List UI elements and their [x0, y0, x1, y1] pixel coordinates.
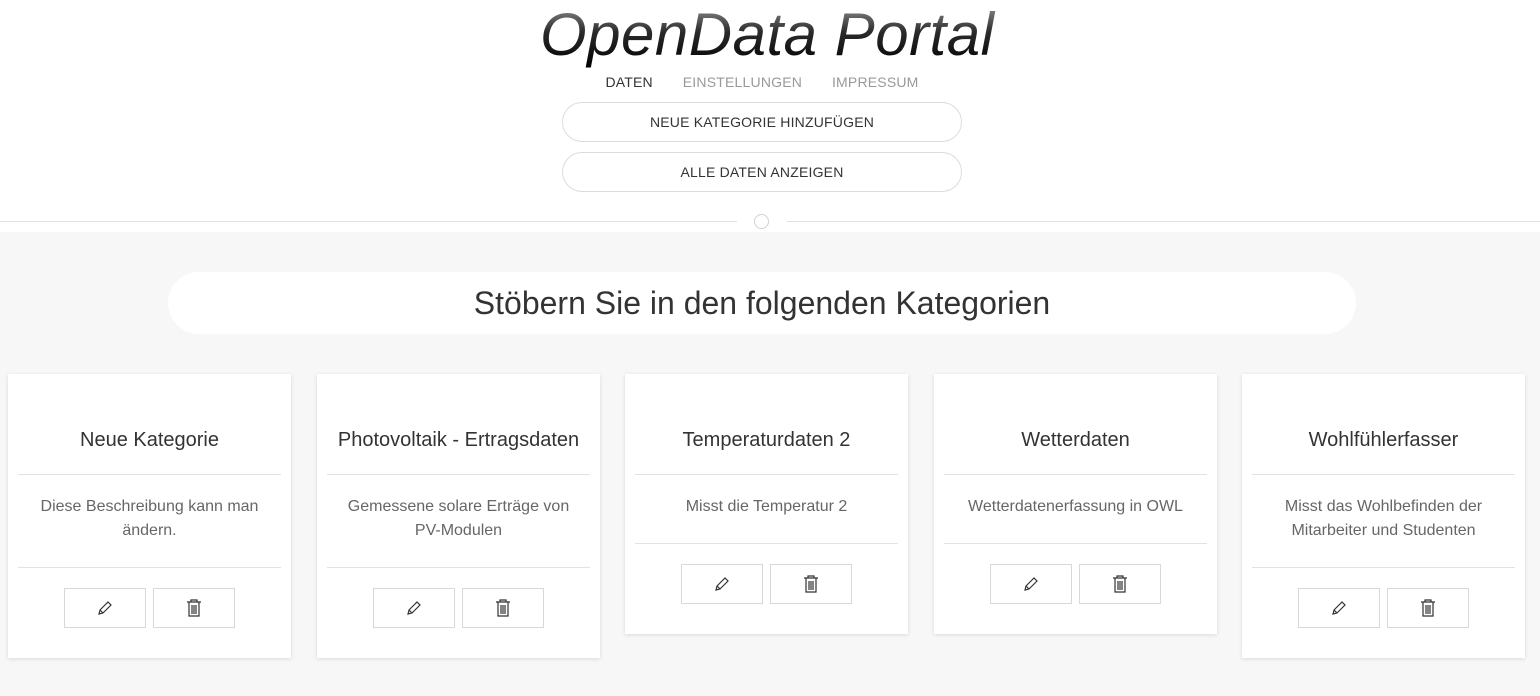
category-title: Wohlfühlerfasser [1252, 374, 1515, 475]
section-heading: Stöbern Sie in den folgenden Kategorien [168, 272, 1356, 334]
category-description: Gemessene solare Erträge von PV-Modulen [347, 498, 570, 539]
category-description: Misst das Wohlbefinden der Mitarbeiter u… [1284, 498, 1483, 539]
card-actions [944, 543, 1207, 634]
category-description: Wetterdatenerfassung in OWL [968, 498, 1183, 515]
divider-left [0, 221, 737, 222]
category-description: Misst die Temperatur 2 [685, 498, 848, 515]
category-card: Temperaturdaten 2 Misst die Temperatur 2 [625, 374, 908, 634]
edit-button[interactable] [1298, 588, 1381, 628]
edit-button[interactable] [990, 564, 1073, 604]
pencil-icon [407, 601, 422, 615]
category-title: Wetterdaten [944, 374, 1207, 475]
category-card: Wetterdaten Wetterdatenerfassung in OWL [934, 374, 1217, 634]
card-actions [327, 567, 590, 658]
category-title: Neue Kategorie [18, 374, 281, 475]
trash-icon [186, 599, 201, 617]
categories-section: Stöbern Sie in den folgenden Kategorien … [0, 232, 1540, 696]
category-card: Wohlfühlerfasser Misst das Wohlbefinden … [1242, 374, 1525, 658]
category-card: Photovoltaik - Ertragsdaten Gemessene so… [317, 374, 600, 658]
category-card: Neue Kategorie Diese Beschreibung kann m… [8, 374, 291, 658]
nav-daten[interactable]: DATEN [605, 74, 652, 90]
delete-button[interactable] [1078, 564, 1161, 604]
delete-button[interactable] [152, 588, 235, 628]
nav-impressum[interactable]: IMPRESSUM [832, 74, 919, 90]
delete-button[interactable] [769, 564, 852, 604]
trash-icon [1112, 575, 1127, 593]
edit-button[interactable] [373, 588, 456, 628]
trash-icon [495, 599, 510, 617]
pencil-icon [1024, 577, 1039, 591]
show-all-data-button[interactable]: ALLE DATEN ANZEIGEN [562, 152, 962, 192]
card-actions [635, 543, 898, 634]
edit-button[interactable] [64, 588, 147, 628]
logo: OpenData Portal [540, 2, 1000, 68]
main-nav: DATEN EINSTELLUNGEN IMPRESSUM [0, 74, 1524, 90]
category-title: Photovoltaik - Ertragsdaten [327, 374, 590, 475]
delete-button[interactable] [1386, 588, 1469, 628]
divider-circle-icon [754, 214, 769, 229]
divider-right [787, 221, 1540, 222]
card-actions [1252, 567, 1515, 658]
category-title: Temperaturdaten 2 [635, 374, 898, 475]
category-description: Diese Beschreibung kann man ändern. [40, 498, 259, 539]
add-category-button[interactable]: NEUE KATEGORIE HINZUFÜGEN [562, 102, 962, 142]
pencil-icon [715, 577, 730, 591]
card-actions [18, 567, 281, 658]
nav-einstellungen[interactable]: EINSTELLUNGEN [683, 74, 802, 90]
trash-icon [803, 575, 818, 593]
pencil-icon [1332, 601, 1347, 615]
edit-button[interactable] [681, 564, 764, 604]
pencil-icon [98, 601, 113, 615]
delete-button[interactable] [461, 588, 544, 628]
trash-icon [1420, 599, 1435, 617]
